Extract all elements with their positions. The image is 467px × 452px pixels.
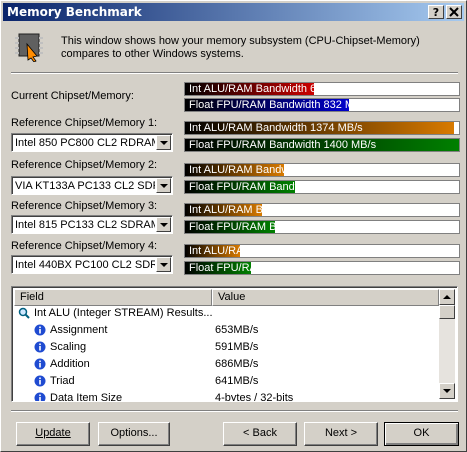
magnifier-icon: [18, 307, 30, 319]
update-button[interactable]: Update: [16, 422, 90, 446]
chevron-down-icon[interactable]: [156, 178, 171, 193]
reference-2-int-bar: Int ALU/RAM Bandwidth 507 MB/s: [184, 163, 460, 177]
back-button-label: < Back: [243, 427, 277, 439]
current-chipset-label: Current Chipset/Memory:: [11, 90, 134, 102]
reference-2-label: Reference Chipset/Memory 2:: [11, 159, 158, 171]
reference-3-float-text: Float FPU/RAM Bandwidth 468 MB/s: [189, 221, 370, 233]
list-item-value: 686MB/s: [215, 358, 259, 370]
window-title: Memory Benchmark: [7, 5, 142, 19]
current-float-text: Float FPU/RAM Bandwidth 832 MB/s: [189, 99, 370, 111]
list-item-field: Addition: [50, 358, 90, 370]
list-item[interactable]: Assignment 653MB/s: [14, 322, 439, 339]
scroll-up-button[interactable]: [439, 289, 455, 305]
list-group-label: Int ALU (Integer STREAM) Results...: [34, 307, 213, 319]
reference-3-int-bar: Int ALU/RAM Bandwidth 397 MB/s: [184, 203, 460, 217]
reference-2-int-text: Int ALU/RAM Bandwidth 507 MB/s: [189, 164, 357, 176]
current-int-bar: Int ALU/RAM Bandwidth 642 MB/s: [184, 82, 460, 96]
info-icon: [34, 324, 46, 336]
next-button[interactable]: Next >: [304, 422, 378, 446]
reference-4-int-bar: Int ALU/RAM Bandwidth 287 MB/s: [184, 244, 460, 258]
reference-4-float-bar: Float FPU/RAM Bandwidth 333 MB/s: [184, 261, 460, 275]
reference-4-int-text: Int ALU/RAM Bandwidth 287 MB/s: [189, 245, 357, 257]
close-icon: [449, 7, 459, 17]
window-description: This window shows how your memory subsys…: [61, 35, 420, 60]
list-item-field: Scaling: [50, 341, 87, 353]
options-button-label: Options...: [110, 427, 158, 439]
chevron-down-icon[interactable]: [156, 257, 171, 272]
reference-3-int-text: Int ALU/RAM Bandwidth 397 MB/s: [189, 204, 357, 216]
separator-top: [11, 72, 458, 74]
reference-4-label: Reference Chipset/Memory 4:: [11, 240, 158, 252]
list-item-field: Assignment: [50, 324, 108, 336]
reference-1-selected: Intel 850 PC800 CL2 RDRAM: [15, 137, 155, 149]
reference-1-select[interactable]: Intel 850 PC800 CL2 RDRAM: [11, 133, 173, 152]
options-button[interactable]: Options...: [98, 422, 170, 446]
list-item[interactable]: Data Item Size 4-bytes / 32-bits: [14, 390, 439, 402]
info-icon: [34, 375, 46, 387]
list-group-row[interactable]: Int ALU (Integer STREAM) Results...: [14, 305, 439, 322]
reference-1-float-bar: Float FPU/RAM Bandwidth 1400 MB/s: [184, 138, 460, 152]
reference-2-selected: VIA KT133A PC133 CL2 SDRAM: [15, 180, 155, 192]
reference-3-float-bar: Float FPU/RAM Bandwidth 468 MB/s: [184, 220, 460, 234]
title-bar[interactable]: Memory Benchmark ?: [3, 3, 464, 21]
current-float-bar: Float FPU/RAM Bandwidth 832 MB/s: [184, 98, 460, 112]
reference-2-select[interactable]: VIA KT133A PC133 CL2 SDRAM: [11, 176, 173, 195]
reference-1-int-bar: Int ALU/RAM Bandwidth 1374 MB/s: [184, 121, 460, 135]
header-area: This window shows how your memory subsys…: [3, 22, 464, 72]
chevron-down-icon[interactable]: [156, 135, 171, 150]
close-button[interactable]: [446, 5, 462, 19]
ok-button-label: OK: [413, 427, 430, 439]
column-header-value[interactable]: Value: [212, 289, 439, 306]
reference-3-label: Reference Chipset/Memory 3:: [11, 200, 158, 212]
reference-3-select[interactable]: Intel 815 PC133 CL2 SDRAM: [11, 215, 173, 234]
reference-3-selected: Intel 815 PC133 CL2 SDRAM: [15, 219, 155, 231]
list-item-field: Data Item Size: [50, 392, 123, 402]
back-button[interactable]: < Back: [223, 422, 297, 446]
reference-1-float-text: Float FPU/RAM Bandwidth 1400 MB/s: [189, 139, 377, 151]
list-item-value: 4-bytes / 32-bits: [215, 392, 294, 402]
list-item-value: 653MB/s: [215, 324, 259, 336]
reference-1-int-text: Int ALU/RAM Bandwidth 1374 MB/s: [189, 122, 363, 134]
list-item[interactable]: Triad 641MB/s: [14, 373, 439, 390]
memory-benchmark-window: Memory Benchmark ? This window shows how…: [0, 0, 467, 452]
reference-4-select[interactable]: Intel 440BX PC100 CL2 SDRAM: [11, 255, 173, 274]
info-icon: [34, 341, 46, 353]
list-item-field: Triad: [50, 375, 75, 387]
chevron-down-icon[interactable]: [156, 217, 171, 232]
current-int-text: Int ALU/RAM Bandwidth 642 MB/s: [189, 83, 357, 95]
update-button-label: Update: [35, 427, 71, 439]
results-list[interactable]: Field Value Int ALU (Integer STREAM) Res…: [11, 286, 458, 402]
reference-4-selected: Intel 440BX PC100 CL2 SDRAM: [15, 259, 155, 271]
memory-chip-icon: [15, 33, 43, 62]
next-button-label: Next >: [324, 427, 358, 439]
list-item[interactable]: Scaling 591MB/s: [14, 339, 439, 356]
scroll-thumb[interactable]: [439, 305, 455, 319]
list-item[interactable]: Addition 686MB/s: [14, 356, 439, 373]
ok-button[interactable]: OK: [384, 422, 459, 446]
list-item-value: 641MB/s: [215, 375, 259, 387]
list-item-value: 591MB/s: [215, 341, 259, 353]
separator-bottom: [11, 410, 458, 412]
reference-1-label: Reference Chipset/Memory 1:: [11, 117, 158, 129]
scroll-down-button[interactable]: [439, 383, 455, 399]
reference-4-float-text: Float FPU/RAM Bandwidth 333 MB/s: [189, 262, 370, 274]
reference-2-float-text: Float FPU/RAM Bandwidth 565 MB/s: [189, 181, 370, 193]
column-header-field[interactable]: Field: [14, 289, 212, 306]
reference-2-float-bar: Float FPU/RAM Bandwidth 565 MB/s: [184, 180, 460, 194]
vertical-scrollbar[interactable]: [439, 289, 455, 399]
info-icon: [34, 392, 46, 401]
info-icon: [34, 358, 46, 370]
help-button[interactable]: ?: [428, 5, 444, 19]
